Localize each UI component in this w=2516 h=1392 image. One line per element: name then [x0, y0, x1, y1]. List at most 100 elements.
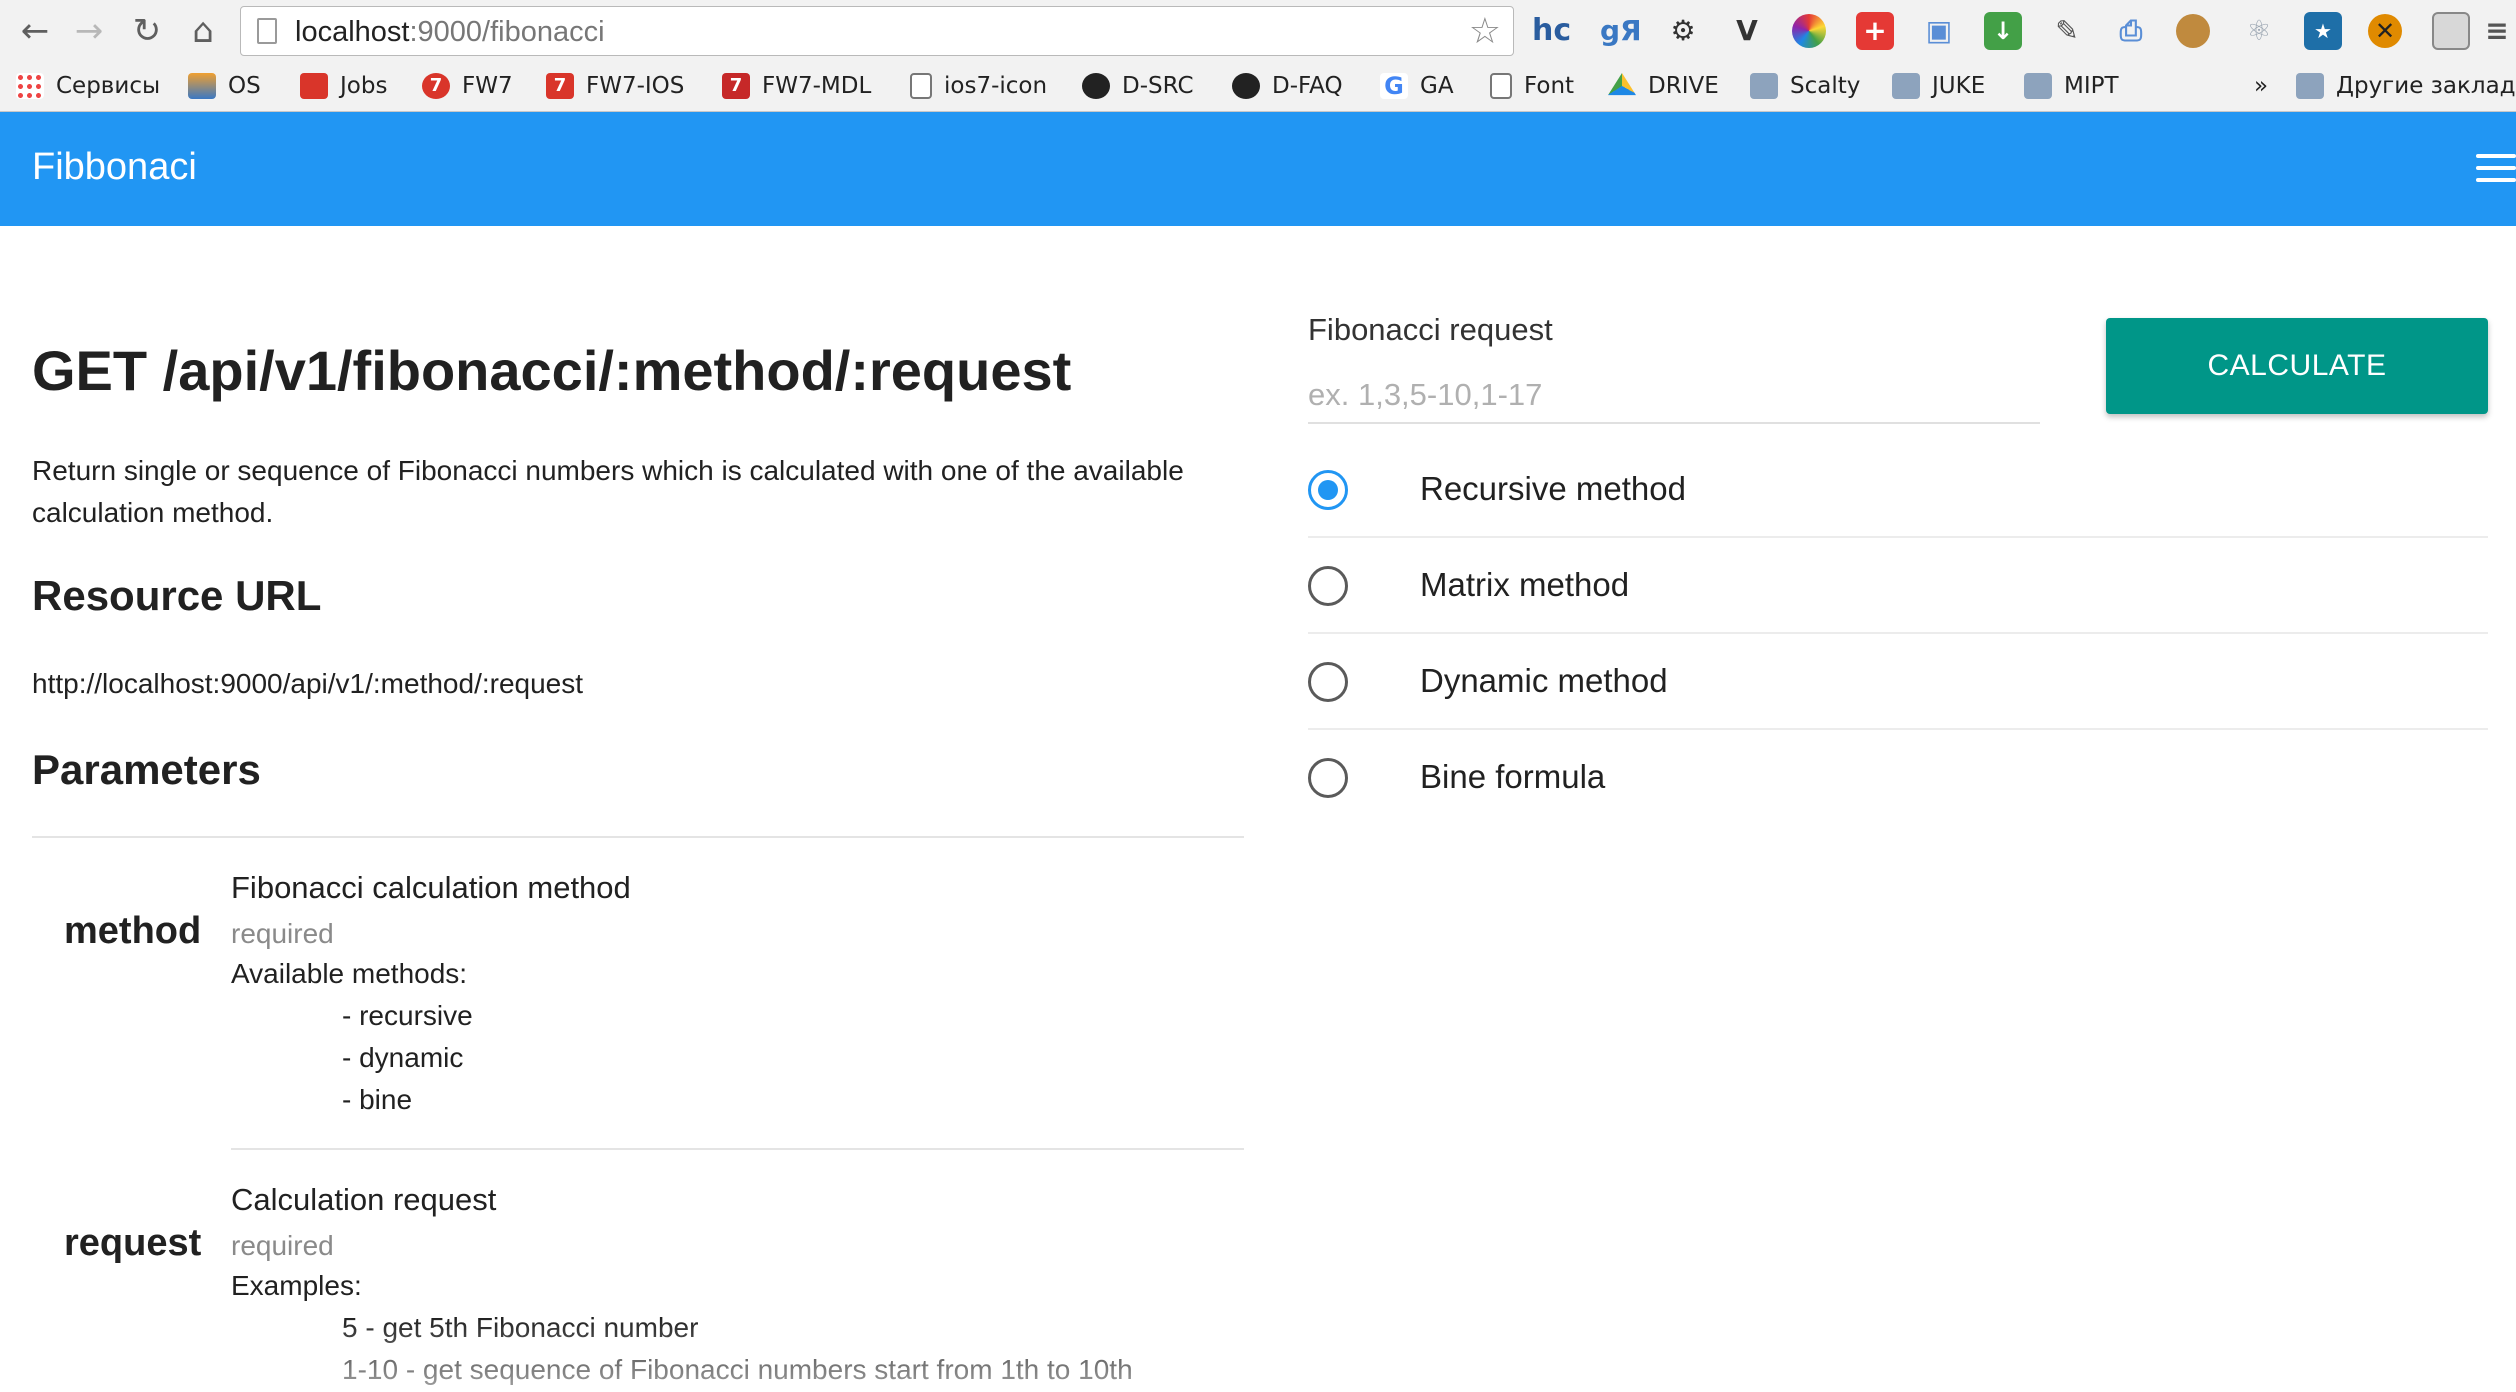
back-arrow-icon[interactable]: ←: [14, 10, 56, 52]
app-bar: Fibbonaci: [0, 112, 2516, 226]
param-value: - dynamic: [342, 1042, 464, 1073]
bookmark-juke[interactable]: JUKE: [1892, 70, 1985, 102]
bookmark-jobs[interactable]: Jobs: [300, 70, 387, 102]
forward-arrow-icon[interactable]: →: [68, 10, 110, 52]
color-wheel-icon[interactable]: [1792, 14, 1826, 48]
param-value: - recursive: [342, 1000, 473, 1031]
bookmark-font[interactable]: Font: [1490, 70, 1574, 102]
folder-icon: [2024, 73, 2052, 99]
param-title: Fibonacci calculation method: [231, 870, 631, 905]
param-value: - bine: [342, 1084, 413, 1115]
hc-icon[interactable]: hc: [1532, 12, 1571, 50]
bookmark-ga[interactable]: G GA: [1380, 70, 1454, 102]
param-name-method: method: [64, 910, 202, 952]
resource-url: http://localhost:9000/api/v1/:method/:re…: [32, 668, 584, 699]
react-icon[interactable]: ⚛: [2240, 12, 2278, 50]
radio-unchecked-icon[interactable]: [1308, 758, 1348, 798]
reload-icon[interactable]: ↻: [126, 10, 168, 52]
folder-icon: [1750, 73, 1778, 99]
radio-option-matrix[interactable]: Matrix method: [1308, 538, 2488, 634]
radio-label: Recursive method: [1420, 470, 1686, 507]
bookmark-d-faq[interactable]: D-FAQ: [1232, 70, 1343, 102]
chrome-menu-icon[interactable]: ≡: [2482, 12, 2512, 50]
bookmark-label: Сервисы: [56, 73, 161, 99]
download-icon[interactable]: ↓: [1984, 12, 2022, 50]
bookmark-label: Scalty: [1790, 73, 1861, 99]
folder-icon: [1892, 73, 1920, 99]
endpoint-description: Return single or sequence of Fibonacci n…: [32, 455, 1184, 528]
radio-unchecked-icon[interactable]: [1308, 566, 1348, 606]
bookmark-label: Font: [1524, 73, 1575, 99]
param-value: 5 - get 5th Fibonacci number: [342, 1312, 699, 1343]
radio-option-dynamic[interactable]: Dynamic method: [1308, 634, 2488, 730]
printer-icon[interactable]: ⎙: [2112, 12, 2150, 50]
github-icon: [1232, 73, 1260, 99]
bookmark-services[interactable]: Сервисы: [16, 70, 160, 102]
gallery-icon[interactable]: ★: [2304, 12, 2342, 50]
bookmark-d-src[interactable]: D-SRC: [1082, 70, 1194, 102]
file-icon: [1490, 73, 1512, 99]
apps-icon: [16, 73, 44, 99]
x-circle-icon[interactable]: ✕: [2368, 14, 2402, 48]
bookmark-label: DRIVE: [1648, 73, 1719, 99]
bookmark-fw7-ios[interactable]: 7 FW7-IOS: [546, 70, 684, 102]
bookmark-label: OS: [228, 73, 261, 99]
radio-unchecked-icon[interactable]: [1308, 662, 1348, 702]
bookmark-ios7-icon[interactable]: ios7-icon: [910, 70, 1047, 102]
square-icon[interactable]: [2432, 12, 2470, 50]
param-value: 1-10 - get sequence of Fibonacci numbers…: [342, 1354, 1133, 1385]
drive-icon: [1608, 73, 1636, 96]
radio-option-bine[interactable]: Bine formula: [1308, 730, 2488, 826]
v-icon[interactable]: V: [1728, 12, 1766, 50]
resource-url-heading: Resource URL: [32, 572, 322, 619]
param-required: required: [231, 1230, 334, 1261]
folder-icon: [2296, 73, 2324, 99]
gear-icon[interactable]: ⚙: [1664, 12, 1702, 50]
bookmark-label: D-SRC: [1122, 73, 1194, 99]
radio-label: Matrix method: [1420, 566, 1630, 603]
address-bar[interactable]: localhost:9000/fibonacci ☆: [240, 6, 1514, 56]
bookmark-mipt[interactable]: MIPT: [2024, 70, 2119, 102]
request-input[interactable]: [1308, 368, 2040, 424]
window-icon[interactable]: ▣: [1920, 12, 1958, 50]
app-title[interactable]: Fibbonaci: [32, 146, 197, 189]
home-icon[interactable]: ⌂: [182, 10, 224, 52]
other-bookmarks-label: Другие закладк: [2336, 73, 2516, 99]
red-plus-icon[interactable]: +: [1856, 12, 1894, 50]
other-bookmarks[interactable]: Другие закладк: [2296, 70, 2516, 102]
radio-label: Dynamic method: [1420, 662, 1668, 699]
bookmark-label: FW7-MDL: [762, 73, 872, 99]
param-subtitle: Examples:: [231, 1270, 362, 1301]
hamburger-menu-icon[interactable]: [2476, 154, 2516, 184]
param-name-request: request: [64, 1222, 202, 1264]
cookie-icon[interactable]: [2176, 14, 2210, 48]
bookmark-label: Jobs: [340, 73, 388, 99]
url-path: :9000/fibonacci: [409, 16, 605, 48]
bookmarks-overflow-chevron[interactable]: »: [2254, 70, 2268, 102]
radio-option-recursive[interactable]: Recursive method: [1308, 442, 2488, 538]
eyedropper-icon[interactable]: ✎: [2048, 12, 2086, 50]
divider: [231, 1148, 1244, 1150]
calculate-button[interactable]: CALCULATE: [2106, 318, 2488, 414]
bookmark-label: JUKE: [1932, 73, 1986, 99]
address-url[interactable]: localhost:9000/fibonacci: [295, 16, 605, 49]
bookmark-label: FW7: [462, 73, 513, 99]
url-host: localhost: [295, 16, 410, 48]
param-title: Calculation request: [231, 1182, 497, 1217]
gya-icon[interactable]: gЯ: [1600, 12, 1642, 50]
bookmarks-bar: Сервисы OS Jobs 7 FW7 7 FW7-IOS 7 FW7-MD…: [0, 64, 2516, 108]
bookmark-os[interactable]: OS: [188, 70, 261, 102]
github-icon: [1082, 73, 1110, 99]
bookmark-fw7-mdl[interactable]: 7 FW7-MDL: [722, 70, 871, 102]
bookmark-label: MIPT: [2064, 73, 2119, 99]
bookmark-fw7[interactable]: 7 FW7: [422, 70, 513, 102]
bookmark-drive[interactable]: DRIVE: [1608, 70, 1719, 102]
radio-checked-icon[interactable]: [1308, 470, 1348, 510]
bookmark-label: GA: [1420, 73, 1454, 99]
bookmark-star-icon[interactable]: ☆: [1469, 11, 1501, 52]
browser-toolbar: ← → ↻ ⌂ localhost:9000/fibonacci ☆ hc gЯ…: [0, 0, 2516, 62]
divider: [32, 836, 1244, 838]
overflow-label: »: [2254, 73, 2269, 99]
bookmark-scalty[interactable]: Scalty: [1750, 70, 1860, 102]
endpoint-heading: GET /api/v1/fibonacci/:method/:request: [32, 339, 1072, 402]
